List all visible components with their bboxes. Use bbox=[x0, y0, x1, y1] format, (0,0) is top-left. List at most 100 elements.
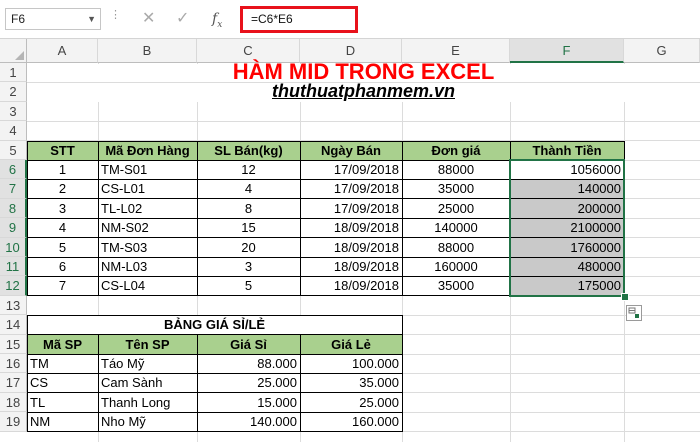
formula-text: =C6*E6 bbox=[251, 12, 293, 26]
price-cell[interactable]: 25.000 bbox=[197, 373, 300, 392]
formula-bar: F6 ▼ ⋮ ✕ ✓ fx =C6*E6 bbox=[0, 0, 700, 39]
table-header-cell[interactable]: Thành Tiền bbox=[510, 141, 624, 160]
price-cell[interactable]: NM bbox=[27, 412, 98, 431]
table-cell[interactable]: 35000 bbox=[402, 276, 510, 295]
table-cell[interactable]: NM-L03 bbox=[98, 257, 197, 276]
select-all-button[interactable] bbox=[0, 39, 27, 63]
table-border bbox=[299, 140, 301, 296]
price-cell[interactable]: 35.000 bbox=[300, 373, 402, 392]
table-header-cell[interactable]: Ngày Bán bbox=[300, 141, 402, 160]
price-cell[interactable]: Nho Mỹ bbox=[98, 412, 197, 431]
row-header-3[interactable]: 3 bbox=[0, 101, 27, 122]
table-cell[interactable]: TL-L02 bbox=[98, 199, 197, 218]
row-header-12[interactable]: 12 bbox=[0, 276, 27, 296]
table-cell[interactable]: 18/09/2018 bbox=[300, 238, 402, 257]
price-header-cell[interactable]: Giá Lẻ bbox=[300, 335, 402, 354]
price-cell[interactable]: CS bbox=[27, 373, 98, 392]
table-border bbox=[401, 140, 403, 296]
row-header-4[interactable]: 4 bbox=[0, 121, 27, 141]
table-header-cell[interactable]: Mã Đơn Hàng bbox=[98, 141, 197, 160]
table-cell[interactable]: 5 bbox=[197, 276, 300, 295]
price-cell[interactable]: 140.000 bbox=[197, 412, 300, 431]
table-cell[interactable]: 1 bbox=[27, 160, 98, 179]
price-border bbox=[27, 431, 402, 433]
row-header-8[interactable]: 8 bbox=[0, 198, 27, 219]
row-header-17[interactable]: 17 bbox=[0, 373, 27, 393]
function-icon[interactable]: fx bbox=[212, 9, 222, 35]
table-cell[interactable]: 35000 bbox=[402, 179, 510, 198]
row-header-9[interactable]: 9 bbox=[0, 218, 27, 238]
table-border bbox=[27, 140, 624, 142]
row-header-15[interactable]: 15 bbox=[0, 334, 27, 354]
table-header-cell[interactable]: Đơn giá bbox=[402, 141, 510, 160]
table-cell[interactable]: 15 bbox=[197, 218, 300, 237]
price-cell[interactable]: TM bbox=[27, 354, 98, 373]
price-border bbox=[27, 411, 402, 413]
table-cell[interactable]: 18/09/2018 bbox=[300, 276, 402, 295]
quick-analysis-icon[interactable] bbox=[626, 304, 642, 321]
table-cell[interactable]: 4 bbox=[27, 218, 98, 237]
price-border bbox=[27, 353, 402, 355]
table-cell[interactable]: 5 bbox=[27, 238, 98, 257]
price-cell[interactable]: 100.000 bbox=[300, 354, 402, 373]
price-cell[interactable]: 15.000 bbox=[197, 393, 300, 412]
price-cell[interactable]: Táo Mỹ bbox=[98, 354, 197, 373]
table-cell[interactable]: 3 bbox=[197, 257, 300, 276]
cancel-icon[interactable]: ✕ bbox=[142, 9, 155, 29]
row-header-18[interactable]: 18 bbox=[0, 392, 27, 413]
row-header-16[interactable]: 16 bbox=[0, 354, 27, 374]
table-cell[interactable]: 88000 bbox=[402, 238, 510, 257]
row-header-1[interactable]: 1 bbox=[0, 63, 27, 83]
table-cell[interactable]: NM-S02 bbox=[98, 218, 197, 237]
table-header-cell[interactable]: STT bbox=[27, 141, 98, 160]
price-header-cell[interactable]: Mã SP bbox=[27, 335, 98, 354]
table-cell[interactable]: 17/09/2018 bbox=[300, 199, 402, 218]
table-cell[interactable]: CS-L01 bbox=[98, 179, 197, 198]
price-cell[interactable]: 160.000 bbox=[300, 412, 402, 431]
price-cell[interactable]: 25.000 bbox=[300, 393, 402, 412]
table-cell[interactable]: 88000 bbox=[402, 160, 510, 179]
table-cell[interactable]: 2 bbox=[27, 179, 98, 198]
row-header-2[interactable]: 2 bbox=[0, 82, 27, 102]
price-cell[interactable]: Thanh Long bbox=[98, 393, 197, 412]
table-cell[interactable]: 160000 bbox=[402, 257, 510, 276]
price-border bbox=[299, 334, 301, 432]
row-header-6[interactable]: 6 bbox=[0, 160, 27, 180]
table-cell[interactable]: CS-L04 bbox=[98, 276, 197, 295]
row-header-5[interactable]: 5 bbox=[0, 140, 27, 160]
table-cell[interactable]: 140000 bbox=[402, 218, 510, 237]
table-cell[interactable]: 3 bbox=[27, 199, 98, 218]
table-cell[interactable]: TM-S03 bbox=[98, 238, 197, 257]
name-box[interactable]: F6 ▼ bbox=[5, 8, 101, 30]
table-cell[interactable]: 17/09/2018 bbox=[300, 160, 402, 179]
price-header-cell[interactable]: Tên SP bbox=[98, 335, 197, 354]
table-cell[interactable]: 6 bbox=[27, 257, 98, 276]
table-cell[interactable]: 8 bbox=[197, 199, 300, 218]
price-cell[interactable]: Cam Sành bbox=[98, 373, 197, 392]
table-cell[interactable]: 12 bbox=[197, 160, 300, 179]
price-header-cell[interactable]: Giá Sỉ bbox=[197, 335, 300, 354]
table-cell[interactable]: 18/09/2018 bbox=[300, 218, 402, 237]
table-cell[interactable]: TM-S01 bbox=[98, 160, 197, 179]
chevron-down-icon[interactable]: ▼ bbox=[87, 9, 96, 29]
table-header-cell[interactable]: SL Bán(kg) bbox=[197, 141, 300, 160]
row-header-14[interactable]: 14 bbox=[0, 315, 27, 335]
table-border bbox=[196, 140, 198, 296]
table-cell[interactable]: 7 bbox=[27, 276, 98, 295]
enter-icon[interactable]: ✓ bbox=[176, 9, 189, 29]
table-cell[interactable]: 18/09/2018 bbox=[300, 257, 402, 276]
price-cell[interactable]: 88.000 bbox=[197, 354, 300, 373]
table-cell[interactable]: 20 bbox=[197, 238, 300, 257]
row-header-7[interactable]: 7 bbox=[0, 179, 27, 199]
table-cell[interactable]: 17/09/2018 bbox=[300, 179, 402, 198]
fill-handle[interactable] bbox=[621, 292, 629, 301]
row-header-13[interactable]: 13 bbox=[0, 295, 27, 316]
row-header-11[interactable]: 11 bbox=[0, 257, 27, 277]
row-header-10[interactable]: 10 bbox=[0, 237, 27, 257]
row-header-19[interactable]: 19 bbox=[0, 412, 27, 432]
price-border bbox=[27, 334, 402, 336]
formula-input[interactable]: =C6*E6 bbox=[240, 6, 358, 33]
table-cell[interactable]: 4 bbox=[197, 179, 300, 198]
price-cell[interactable]: TL bbox=[27, 393, 98, 412]
table-cell[interactable]: 25000 bbox=[402, 199, 510, 218]
